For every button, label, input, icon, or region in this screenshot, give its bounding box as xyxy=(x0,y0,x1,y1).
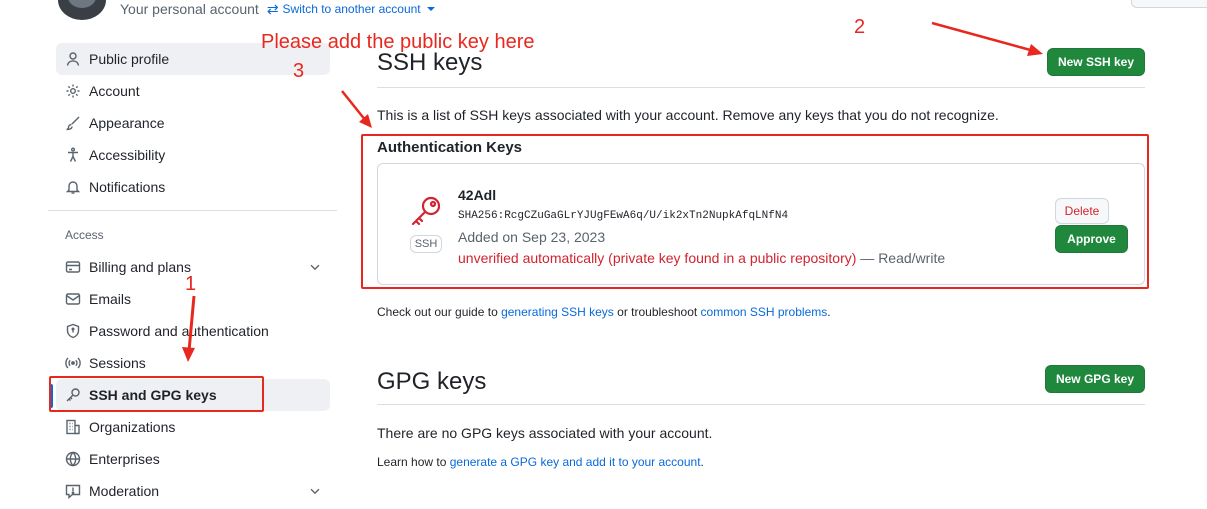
learn-suffix: . xyxy=(700,455,704,469)
credit-card-icon xyxy=(65,259,81,275)
learn-prefix: Learn how to xyxy=(377,455,450,469)
annotation-arrow-2 xyxy=(931,21,1035,53)
annotation-arrowhead-3 xyxy=(359,114,372,128)
sidebar-item-organizations[interactable]: Organizations xyxy=(56,411,330,443)
chevron-down-icon[interactable] xyxy=(308,260,322,274)
generating-ssh-keys-link[interactable]: generating SSH keys xyxy=(501,305,614,319)
shield-lock-icon xyxy=(65,323,81,339)
new-gpg-key-button[interactable]: New GPG key xyxy=(1045,365,1145,393)
mail-icon xyxy=(65,291,81,307)
sidebar-item-label: Public profile xyxy=(89,51,170,67)
ssh-guide-text: Check out our guide to generating SSH ke… xyxy=(377,305,831,319)
broadcast-icon xyxy=(65,355,81,371)
guide-prefix: Check out our guide to xyxy=(377,305,502,319)
account-label: Your personal account xyxy=(120,1,259,17)
sidebar-item-label: Sessions xyxy=(89,355,146,371)
sidebar-divider xyxy=(48,210,337,211)
avatar[interactable] xyxy=(58,0,106,20)
gpg-keys-heading: GPG keys xyxy=(377,368,487,395)
globe-icon xyxy=(65,451,81,467)
paintbrush-icon xyxy=(65,115,81,131)
sidebar-item-moderation[interactable]: Moderation xyxy=(56,475,330,507)
sidebar-section-access: Access xyxy=(65,228,104,242)
guide-middle: or troubleshoot xyxy=(613,305,701,319)
sidebar-item-label: Password and authentication xyxy=(89,323,269,339)
settings-sidebar: Public profile Account Appearance Access… xyxy=(56,43,330,203)
sidebar-item-accessibility[interactable]: Accessibility xyxy=(56,139,330,171)
switch-account-label: Switch to another account xyxy=(282,2,421,16)
bell-icon xyxy=(65,179,81,195)
sidebar-item-label: Account xyxy=(89,83,140,99)
arrow-switch-icon: ⇄ xyxy=(266,0,279,17)
sidebar-item-label: Notifications xyxy=(89,179,166,195)
sidebar-item-label: Organizations xyxy=(89,419,176,435)
gpg-empty-message: There are no GPG keys associated with yo… xyxy=(377,425,713,441)
sidebar-item-label: Emails xyxy=(89,291,132,307)
generate-gpg-key-link[interactable]: generate a GPG key and add it to your ac… xyxy=(450,455,701,469)
switch-account-link[interactable]: ⇄ Switch to another account xyxy=(267,1,435,18)
annotation-number-1: 1 xyxy=(185,273,197,295)
caret-down-icon xyxy=(426,7,435,11)
gpg-learn-text: Learn how to generate a GPG key and add … xyxy=(377,455,704,469)
annotation-note: Please add the public key here xyxy=(261,31,535,53)
guide-suffix: . xyxy=(827,305,831,319)
go-to-profile-button[interactable] xyxy=(1131,0,1207,8)
annotation-arrowhead-2 xyxy=(1027,44,1043,56)
sidebar-item-label: Appearance xyxy=(89,115,165,131)
ssh-description: This is a list of SSH keys associated wi… xyxy=(377,107,999,123)
account-context: Your personal account ⇄ Switch to anothe… xyxy=(120,0,435,18)
ssh-divider xyxy=(377,87,1145,88)
organization-icon xyxy=(65,419,81,435)
chevron-down-icon[interactable] xyxy=(308,484,322,498)
annotation-box-ssh-gpg-keys xyxy=(49,376,264,412)
annotation-arrow-3 xyxy=(341,90,367,122)
sidebar-item-label: Billing and plans xyxy=(89,259,191,275)
new-ssh-key-button[interactable]: New SSH key xyxy=(1047,48,1145,76)
report-icon xyxy=(65,483,81,499)
sidebar-item-notifications[interactable]: Notifications xyxy=(56,171,330,203)
gear-icon xyxy=(65,83,81,99)
accessibility-icon xyxy=(65,147,81,163)
sidebar-item-label: Moderation xyxy=(89,483,160,499)
annotation-number-2: 2 xyxy=(854,16,866,38)
common-ssh-problems-link[interactable]: common SSH problems xyxy=(701,305,828,319)
sidebar-item-enterprises[interactable]: Enterprises xyxy=(56,443,330,475)
ssh-keys-heading: SSH keys xyxy=(377,49,483,76)
sidebar-item-sessions[interactable]: Sessions xyxy=(56,347,330,379)
sidebar-item-account[interactable]: Account xyxy=(56,75,330,107)
annotation-number-3: 3 xyxy=(293,60,305,82)
sidebar-item-label: Enterprises xyxy=(89,451,160,467)
sidebar-item-appearance[interactable]: Appearance xyxy=(56,107,330,139)
annotation-box-auth-keys xyxy=(361,134,1149,289)
gpg-divider xyxy=(377,404,1145,405)
person-icon xyxy=(65,51,81,67)
sidebar-item-label: Accessibility xyxy=(89,147,166,163)
sidebar-item-password[interactable]: Password and authentication xyxy=(56,315,330,347)
